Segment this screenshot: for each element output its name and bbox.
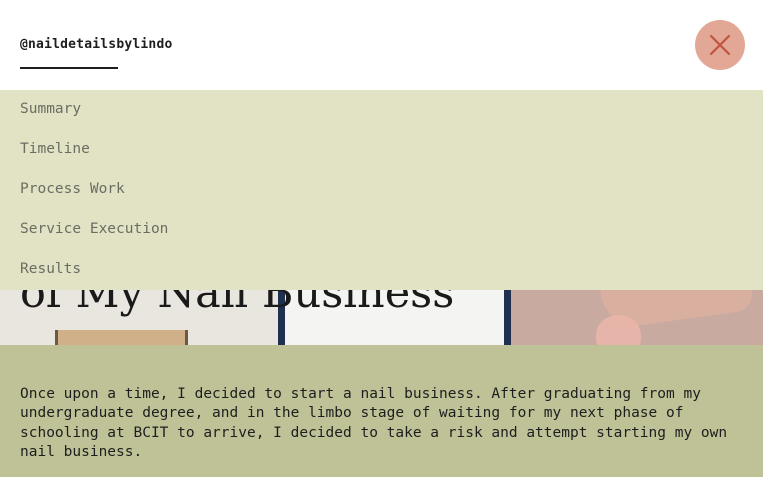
close-menu-button[interactable] <box>695 20 745 70</box>
brand-underline <box>20 67 118 69</box>
menu-item-results[interactable]: Results <box>20 260 81 278</box>
menu-item-summary[interactable]: Summary <box>20 100 81 118</box>
intro-paragraph: Once upon a time, I decided to start a n… <box>20 386 728 460</box>
chair-shape <box>55 330 188 345</box>
top-bar: @naildetailsbylindo <box>0 0 763 90</box>
menu-item-timeline[interactable]: Timeline <box>20 140 90 158</box>
intro-section: Once upon a time, I decided to start a n… <box>0 345 763 477</box>
menu-item-service-execution[interactable]: Service Execution <box>20 220 168 238</box>
brand-handle[interactable]: @naildetailsbylindo <box>20 36 173 53</box>
close-icon <box>709 34 731 56</box>
menu-item-process-work[interactable]: Process Work <box>20 180 125 198</box>
nav-menu: Summary Timeline Process Work Service Ex… <box>0 90 763 290</box>
